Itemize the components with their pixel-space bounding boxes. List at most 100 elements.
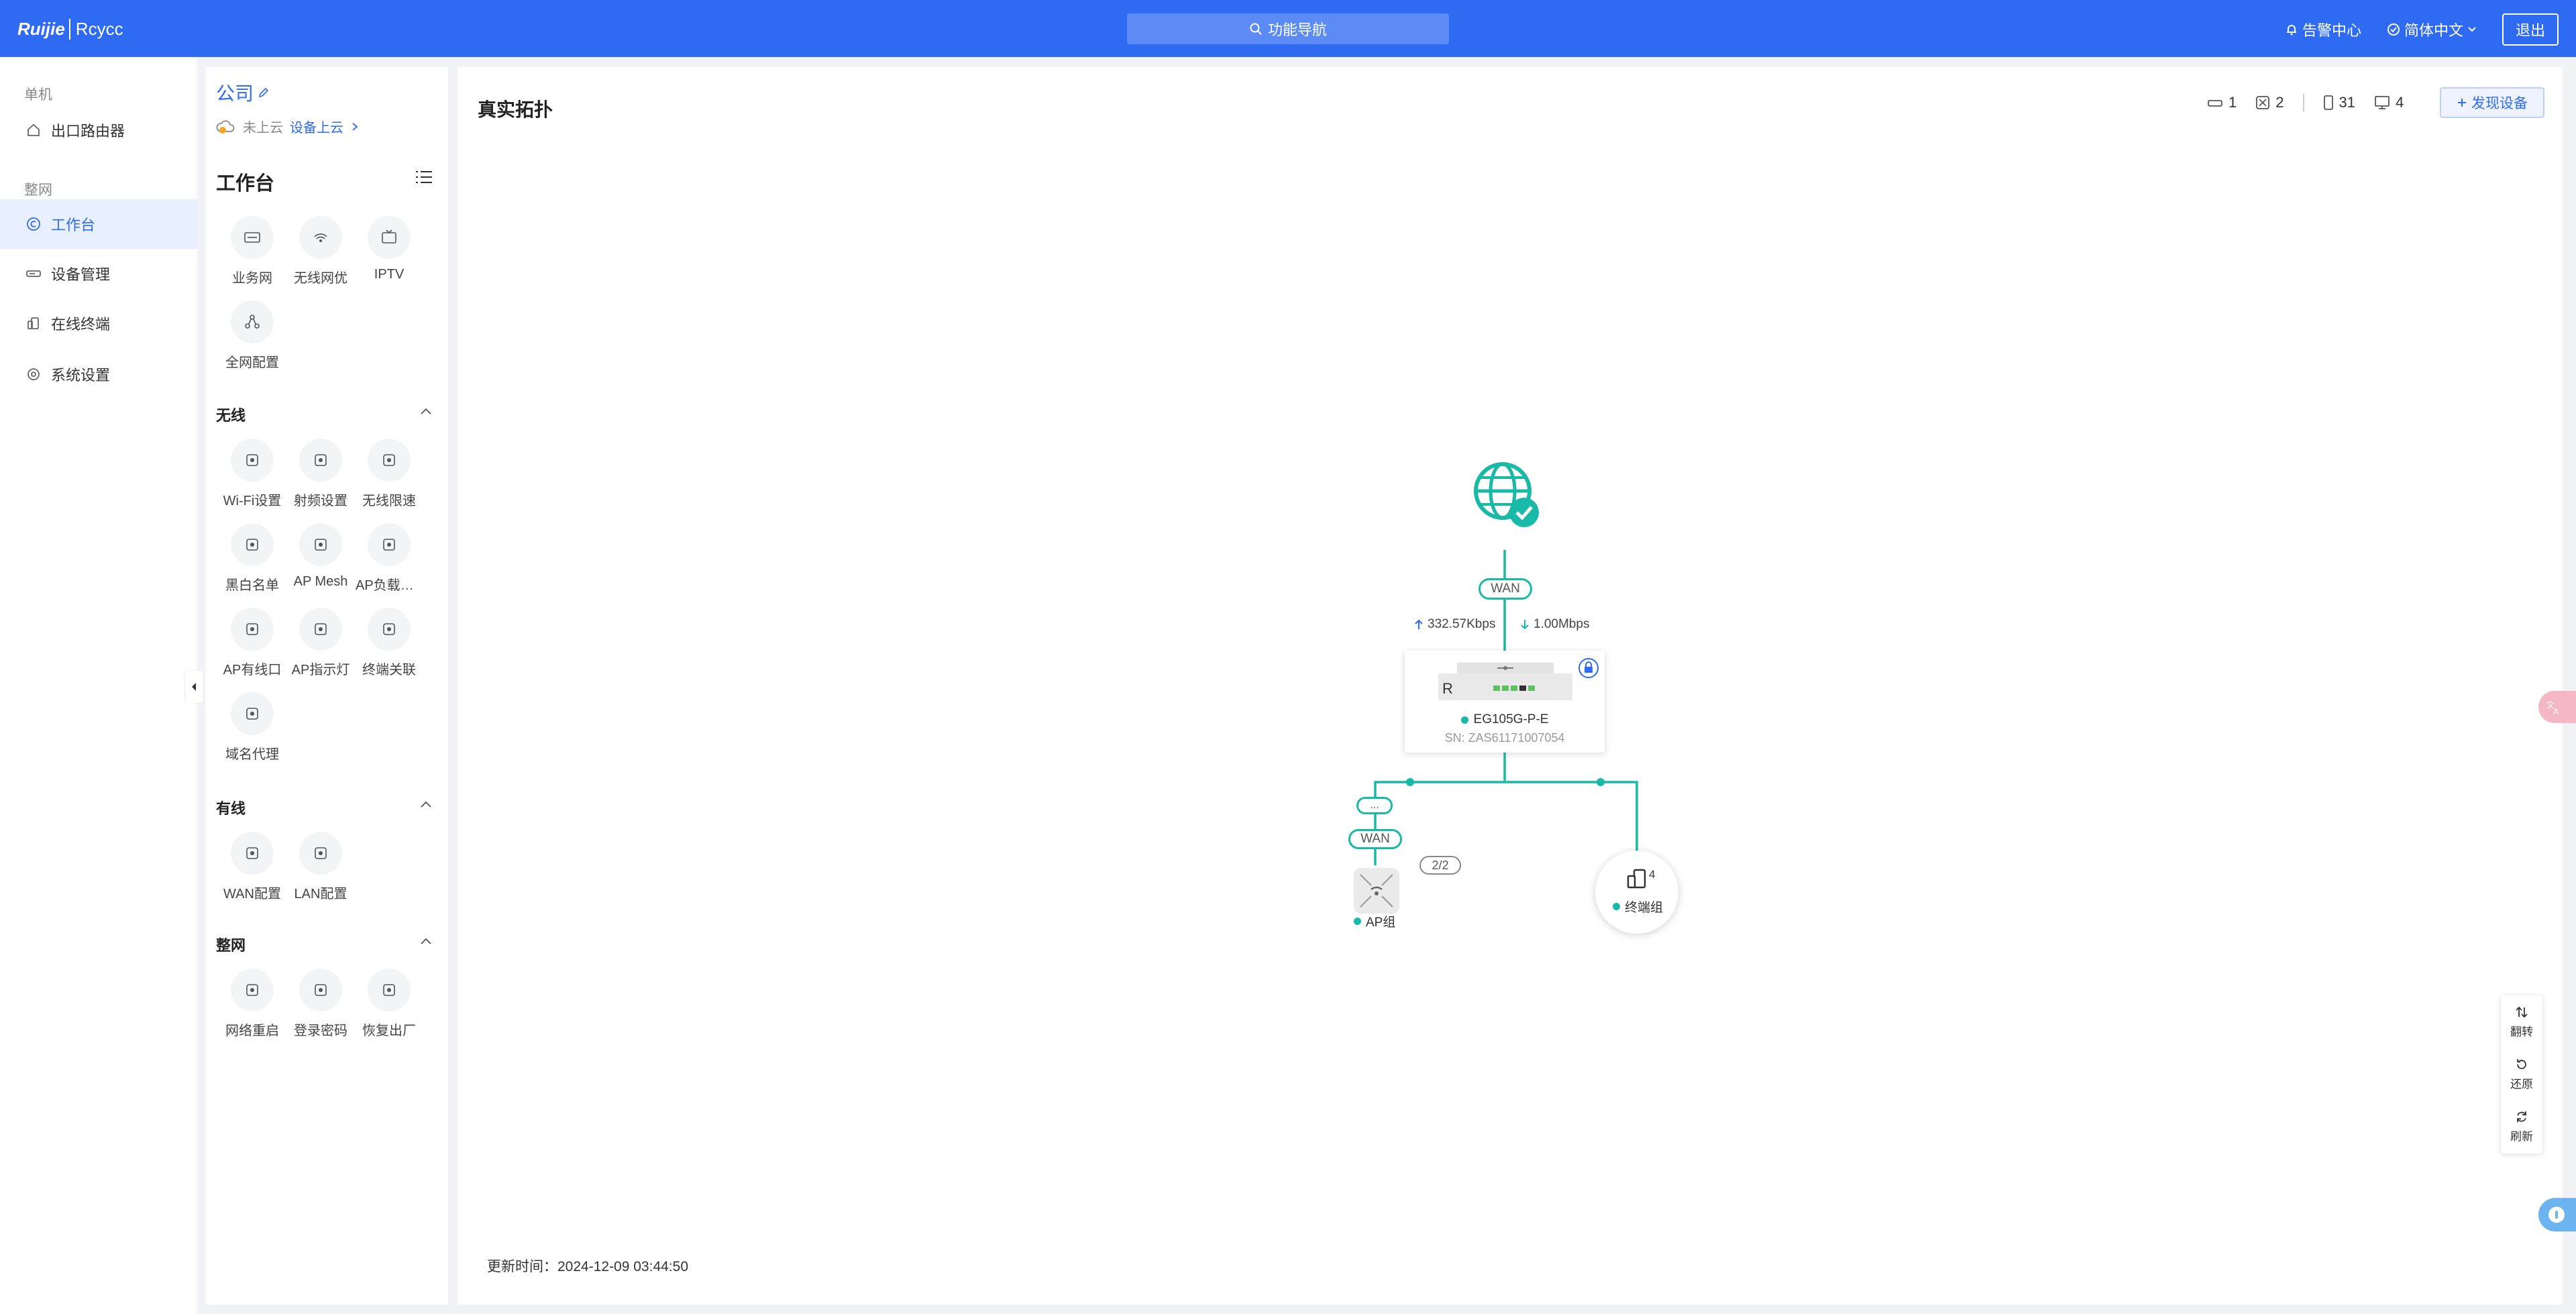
ap-collapsed-pill[interactable]: ... <box>1356 797 1393 814</box>
download-rate: 1.00Mbps <box>1520 617 1589 632</box>
restore-label: 还原 <box>2510 1078 2533 1091</box>
tool-factory-reset[interactable]: 恢复出厂 <box>356 969 423 1039</box>
workbench-title: 工作台 <box>216 173 275 195</box>
lan-box-icon <box>315 847 327 859</box>
tool-label: 无线限速 <box>362 494 416 508</box>
internet-globe-icon[interactable] <box>1469 457 1543 531</box>
device-icon <box>25 266 42 282</box>
help-assistant-button[interactable] <box>2538 1198 2576 1231</box>
lock-badge-icon[interactable] <box>1578 657 1599 679</box>
tool-user-list[interactable]: 黑白名单 <box>219 523 286 594</box>
nav-item-devices-label: 设备管理 <box>51 266 111 283</box>
tv-icon <box>382 229 396 243</box>
refresh-label: 刷新 <box>2510 1130 2533 1143</box>
nav-item-router[interactable]: 出口路由器 <box>0 105 197 155</box>
edit-icon[interactable] <box>258 87 270 99</box>
tool-wifi-optimize[interactable]: 无线网优 <box>287 216 354 286</box>
flip-label: 翻转 <box>2510 1026 2533 1038</box>
ap-count-badge: 2/2 <box>1419 856 1461 875</box>
nav-item-router-label: 出口路由器 <box>51 123 125 140</box>
download-rate-value: 1.00Mbps <box>1534 617 1590 631</box>
association-icon <box>383 623 395 635</box>
tool-label: 登录密码 <box>294 1024 347 1038</box>
tool-association[interactable]: 终端关联 <box>356 608 423 678</box>
tool-vlan[interactable]: 业务网 <box>219 216 286 286</box>
tool-lan-box[interactable]: LAN配置 <box>287 832 354 902</box>
factory-reset-icon <box>383 984 395 996</box>
tool-domain-proxy[interactable]: 域名代理 <box>219 692 286 763</box>
nav-item-settings-label: 系统设置 <box>51 367 111 384</box>
workbench-panel: 公司 未上云 设备上云 工作台 业务网 无线网优 IPTV 全网配置 无线 Wi-Fi… <box>205 67 448 1305</box>
nav-item-terminals[interactable]: 在线终端 <box>0 298 197 348</box>
cloud-warning-icon <box>216 120 235 133</box>
chevron-up-icon[interactable] <box>420 800 432 809</box>
router-device-card[interactable]: R EG105G-P-E SN: ZAS61171007054 <box>1405 651 1605 753</box>
tool-tv[interactable]: IPTV <box>356 216 423 282</box>
upload-rate: 332.57Kbps <box>1414 617 1495 632</box>
restore-button[interactable]: 还原 <box>2501 1057 2542 1091</box>
mesh-icon <box>315 539 327 551</box>
list-icon[interactable] <box>415 169 433 185</box>
chevron-up-icon[interactable] <box>420 936 432 946</box>
tool-icon-circle <box>368 523 411 566</box>
tool-ap-port[interactable]: AP有线口 <box>219 608 286 678</box>
flip-button[interactable]: 翻转 <box>2501 1005 2542 1039</box>
tool-label: AP负载均衡 <box>356 578 423 593</box>
nav-item-workbench[interactable]: 工作台 <box>0 199 197 249</box>
tool-load-balance[interactable]: AP负载均衡 <box>356 523 423 594</box>
brand-logo[interactable]: Ruijie Rcycc <box>17 17 123 40</box>
language-label: 简体中文 <box>2404 22 2463 39</box>
tool-password[interactable]: 登录密码 <box>287 969 354 1039</box>
function-nav-search[interactable]: 功能导航 <box>1127 13 1449 44</box>
upload-rate-value: 332.57Kbps <box>1428 617 1496 631</box>
router-letter: R <box>1442 680 1453 697</box>
power-icon <box>246 984 258 996</box>
chevron-up-icon[interactable] <box>420 406 432 416</box>
company-label: 公司 <box>216 83 254 104</box>
tool-power[interactable]: 网络重启 <box>219 969 286 1039</box>
search-icon <box>1250 23 1262 35</box>
tool-wifi-speed[interactable]: 无线限速 <box>356 439 423 509</box>
chevron-right-icon[interactable] <box>350 122 360 131</box>
wifi-icon <box>246 454 258 466</box>
ap-device-icon[interactable] <box>1351 865 1402 916</box>
company-name[interactable]: 公司 <box>216 79 270 106</box>
terminal-group-node[interactable]: 4 终端组 <box>1595 851 1678 934</box>
assistant-icon <box>2548 1207 2565 1223</box>
nav-item-devices[interactable]: 设备管理 <box>0 249 197 298</box>
collapse-panel-button[interactable] <box>185 671 203 703</box>
language-select[interactable]: 简体中文 <box>2387 19 2477 40</box>
wan-port-label[interactable]: WAN <box>1479 578 1532 600</box>
refresh-button[interactable]: 刷新 <box>2501 1109 2542 1144</box>
tool-label: LAN配置 <box>294 887 347 901</box>
tool-mesh[interactable]: AP Mesh <box>287 523 354 590</box>
cloud-link[interactable]: 设备上云 <box>290 117 343 136</box>
tool-sliders[interactable]: 射频设置 <box>287 439 354 509</box>
online-status-dot <box>1460 716 1468 724</box>
top-bar: Ruijie Rcycc 功能导航 告警中心 简体中文 退出 <box>0 0 2576 57</box>
tool-label: 业务网 <box>232 271 272 286</box>
tool-camera-wan[interactable]: WAN配置 <box>219 832 286 902</box>
translate-assistant-button[interactable]: 文A <box>2538 691 2576 723</box>
ap-wan-port-label[interactable]: WAN <box>1348 829 1402 849</box>
logout-button[interactable]: 退出 <box>2502 13 2559 46</box>
nav-group-whole: 整网 <box>24 182 52 198</box>
section-wired-title: 有线 <box>216 800 246 817</box>
tool-label: 无线网优 <box>294 271 347 286</box>
ap-group-label[interactable]: AP组 <box>1354 912 1395 930</box>
tool-wifi[interactable]: Wi-Fi设置 <box>219 439 286 509</box>
tool-label: 黑白名单 <box>225 578 279 593</box>
tool-icon-circle <box>231 300 274 343</box>
home-icon <box>25 122 42 138</box>
tool-topology-config[interactable]: 全网配置 <box>219 300 286 371</box>
restore-icon <box>2517 1059 2526 1069</box>
user-list-icon <box>246 539 258 551</box>
alert-center-button[interactable]: 告警中心 <box>2285 19 2361 40</box>
nav-item-settings[interactable]: 系统设置 <box>0 349 197 399</box>
tool-label: AP指示灯 <box>291 663 350 677</box>
logo-text: Ruijie <box>17 18 65 39</box>
logo-sub: Rcycc <box>68 18 123 40</box>
router-sn: SN: ZAS61171007054 <box>1444 731 1565 745</box>
tool-ap-led[interactable]: AP指示灯 <box>287 608 354 678</box>
tool-icon-circle <box>231 216 274 259</box>
